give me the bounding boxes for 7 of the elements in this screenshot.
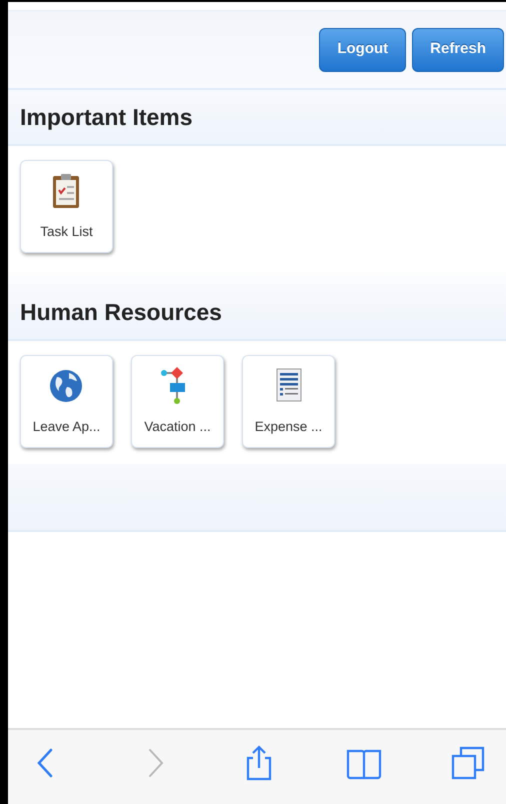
app-tile[interactable]: Vacation ... — [131, 355, 224, 448]
app-tile[interactable]: Task List — [20, 160, 113, 253]
section-title: Human Resources — [20, 299, 222, 327]
app-tile[interactable]: Leave Ap... — [20, 355, 113, 448]
logout-button[interactable]: Logout — [319, 28, 406, 72]
app-tile[interactable]: Expense ... — [242, 355, 335, 448]
section-title: Important Items — [20, 104, 193, 132]
